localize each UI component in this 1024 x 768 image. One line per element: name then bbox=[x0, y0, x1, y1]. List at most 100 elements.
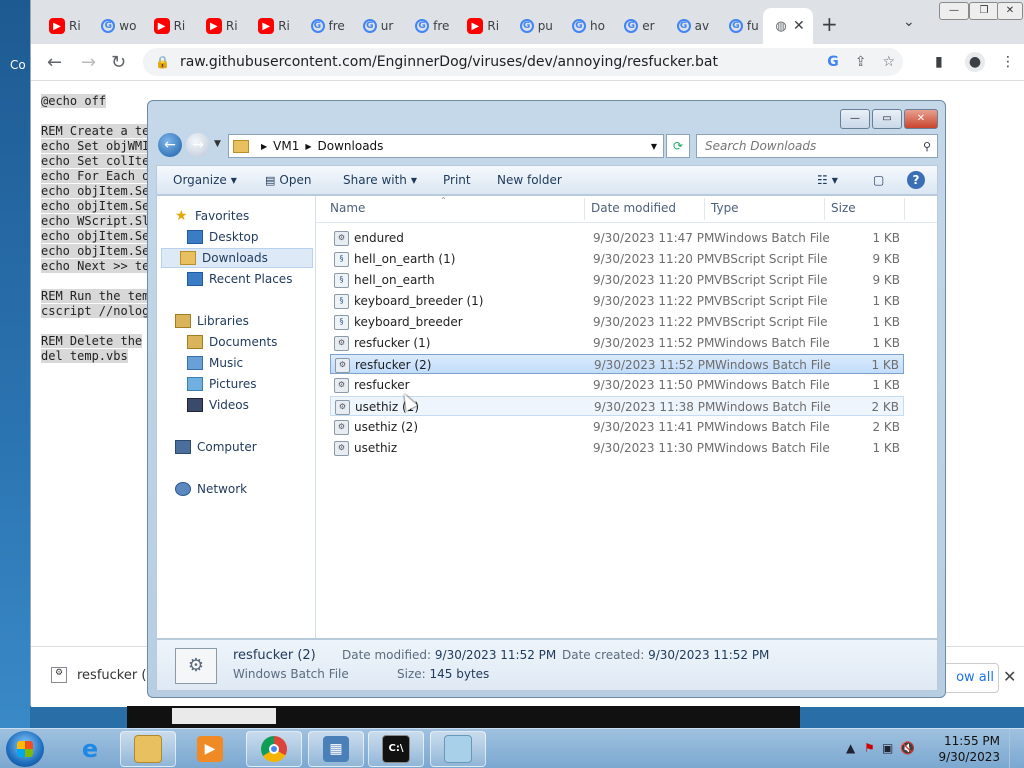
tab-8[interactable]: ▶ Ri bbox=[457, 8, 509, 44]
nav-videos[interactable]: Videos bbox=[187, 395, 249, 415]
address-bar[interactable]: 🔒 raw.githubusercontent.com/EnginnerDog/… bbox=[143, 48, 903, 76]
nav-pictures[interactable]: Pictures bbox=[187, 374, 257, 394]
breadcrumb-vm1[interactable]: VM1 bbox=[273, 139, 299, 153]
nav-computer[interactable]: Computer bbox=[175, 437, 257, 457]
nav-favorites[interactable]: ★ Favorites bbox=[175, 206, 249, 226]
start-button[interactable] bbox=[6, 731, 44, 767]
new-tab-button[interactable]: + bbox=[821, 12, 838, 36]
search-input[interactable] bbox=[703, 138, 907, 154]
preview-pane-icon[interactable]: ▢ bbox=[873, 173, 884, 187]
close-window-button[interactable]: ✕ bbox=[997, 2, 1023, 20]
show-hidden-icons-chevron-icon[interactable]: ▲ bbox=[846, 741, 855, 755]
column-date-modified[interactable]: Date modified bbox=[591, 201, 676, 215]
recent-pages-chevron-icon[interactable]: ▼ bbox=[214, 139, 221, 149]
tab-0[interactable]: ▶ Ri bbox=[39, 8, 91, 44]
minimize-button[interactable]: — bbox=[939, 2, 969, 20]
file-row[interactable]: ⚙ usethiz (1) 9/30/2023 11:38 PM Windows Ba… bbox=[330, 396, 904, 416]
share-icon[interactable]: ⇪ bbox=[855, 54, 867, 70]
forward-button[interactable]: → bbox=[186, 133, 210, 157]
help-icon[interactable]: ? bbox=[907, 171, 925, 189]
file-row[interactable]: ⚙ resfucker 9/30/2023 11:50 PM Windows Batc… bbox=[330, 375, 904, 395]
tab-10[interactable]: Gho bbox=[562, 8, 614, 44]
volume-muted-icon[interactable]: 🔇 bbox=[900, 741, 915, 755]
taskbar-file-explorer[interactable] bbox=[120, 731, 176, 767]
bookmark-star-icon[interactable]: ☆ bbox=[882, 54, 895, 70]
taskbar-remote-app[interactable]: ▦ bbox=[308, 731, 364, 767]
breadcrumb-downloads[interactable]: Downloads bbox=[318, 139, 384, 153]
tab-2[interactable]: ▶ Ri bbox=[144, 8, 196, 44]
restore-button[interactable]: ❐ bbox=[969, 2, 999, 20]
file-row[interactable]: § hell_on_earth (1) 9/30/2023 11:20 PM VBSc… bbox=[330, 249, 904, 269]
nav-network[interactable]: Network bbox=[175, 479, 247, 499]
nav-music[interactable]: Music bbox=[187, 353, 243, 373]
action-center-flag-icon[interactable]: ⚑ bbox=[864, 741, 875, 755]
taskbar-command-prompt[interactable]: C:\ bbox=[368, 731, 424, 767]
url-text[interactable]: raw.githubusercontent.com/EnginnerDog/vi… bbox=[180, 54, 718, 70]
file-row[interactable]: ⚙ usethiz (2) 9/30/2023 11:41 PM Windows Ba… bbox=[330, 417, 904, 437]
search-box[interactable]: ⚲ bbox=[696, 134, 938, 158]
search-icon[interactable]: ⚲ bbox=[923, 140, 931, 153]
open-button[interactable]: ▤ Open bbox=[265, 173, 311, 187]
tab-7[interactable]: Gfre bbox=[405, 8, 457, 44]
tab-9[interactable]: Gpu bbox=[510, 8, 562, 44]
side-panel-icon[interactable]: ▮ bbox=[935, 54, 943, 70]
column-name[interactable]: Name bbox=[330, 201, 365, 215]
taskbar-notepad[interactable] bbox=[430, 731, 486, 767]
download-item[interactable]: ⚙ resfucker (2 bbox=[51, 667, 155, 683]
file-row[interactable]: ⚙ endured 9/30/2023 11:47 PM Windows Batch … bbox=[330, 228, 904, 248]
file-row[interactable]: § keyboard_breeder 9/30/2023 11:22 PM VBScr… bbox=[330, 312, 904, 332]
tab-11[interactable]: Ger bbox=[614, 8, 666, 44]
explorer-close-button[interactable]: ✕ bbox=[904, 109, 938, 129]
tab-6[interactable]: Gur bbox=[353, 8, 405, 44]
profile-avatar-icon[interactable]: ● bbox=[965, 52, 985, 72]
organize-button[interactable]: Organize ▼ bbox=[173, 173, 237, 187]
back-button[interactable]: ← bbox=[158, 133, 182, 157]
file-row[interactable]: ⚙ resfucker (2) 9/30/2023 11:52 PM Windows … bbox=[330, 354, 904, 374]
taskbar-media-player[interactable]: ▶ bbox=[182, 731, 238, 767]
new-folder-button[interactable]: New folder bbox=[497, 173, 562, 187]
show-all-button[interactable]: ow all bbox=[943, 663, 999, 693]
tab-12[interactable]: Gav bbox=[667, 8, 719, 44]
show-desktop-button[interactable] bbox=[1009, 729, 1024, 768]
tab-5[interactable]: Gfre bbox=[301, 8, 353, 44]
explorer-maximize-button[interactable]: ▭ bbox=[872, 109, 902, 129]
refresh-button[interactable]: ⟳ bbox=[666, 134, 690, 158]
file-row[interactable]: § hell_on_earth 9/30/2023 11:20 PM VBScript… bbox=[330, 270, 904, 290]
taskbar-internet-explorer[interactable]: e bbox=[62, 731, 118, 767]
back-arrow-icon[interactable]: ← bbox=[47, 52, 62, 73]
tab-3[interactable]: ▶ Ri bbox=[196, 8, 248, 44]
taskbar-chrome[interactable] bbox=[246, 731, 302, 767]
column-size[interactable]: Size bbox=[831, 201, 856, 215]
tab-4[interactable]: ▶ Ri bbox=[248, 8, 300, 44]
nav-recent-places[interactable]: Recent Places bbox=[187, 269, 292, 289]
horizontal-scrollbar[interactable] bbox=[127, 706, 800, 728]
tab-search-chevron-icon[interactable]: ⌄ bbox=[903, 14, 915, 30]
forward-arrow-icon[interactable]: → bbox=[81, 52, 96, 73]
google-lens-icon[interactable]: G bbox=[827, 54, 839, 70]
file-row[interactable]: ⚙ resfucker (1) 9/30/2023 11:52 PM Windows … bbox=[330, 333, 904, 353]
nav-libraries[interactable]: Libraries bbox=[175, 311, 249, 331]
network-tray-icon[interactable]: ▣ bbox=[882, 741, 893, 755]
explorer-minimize-button[interactable]: — bbox=[840, 109, 870, 129]
address-dropdown-icon[interactable]: ▼ bbox=[651, 142, 657, 151]
close-tab-icon[interactable]: ✕ bbox=[793, 18, 805, 34]
reload-icon[interactable]: ↻ bbox=[111, 52, 126, 73]
print-button[interactable]: Print bbox=[443, 173, 471, 187]
desktop-icon-label[interactable]: Co bbox=[10, 58, 26, 72]
tab-1[interactable]: Gwo bbox=[91, 8, 143, 44]
clock[interactable]: 11:55 PM 9/30/2023 bbox=[938, 733, 1000, 765]
column-type[interactable]: Type bbox=[711, 201, 739, 215]
share-with-button[interactable]: Share with ▼ bbox=[343, 173, 417, 187]
close-download-bar-icon[interactable]: ✕ bbox=[1003, 667, 1016, 686]
file-row[interactable]: § keyboard_breeder (1) 9/30/2023 11:22 PM V… bbox=[330, 291, 904, 311]
nav-desktop[interactable]: Desktop bbox=[187, 227, 259, 247]
nav-downloads[interactable]: Downloads bbox=[161, 248, 313, 268]
nav-documents[interactable]: Documents bbox=[187, 332, 277, 352]
file-row[interactable]: ⚙ usethiz 9/30/2023 11:30 PM Windows Batch … bbox=[330, 438, 904, 458]
lock-icon[interactable]: 🔒 bbox=[155, 55, 170, 69]
scrollbar-thumb[interactable] bbox=[172, 708, 276, 724]
explorer-address-bar[interactable]: ▶ VM1 ▶ Downloads ▼ bbox=[228, 134, 664, 158]
menu-dots-icon[interactable]: ⋮ bbox=[1001, 54, 1015, 70]
view-options-icon[interactable]: ☷ ▼ bbox=[817, 173, 838, 187]
tab-active[interactable]: ◍ ✕ bbox=[763, 8, 813, 44]
